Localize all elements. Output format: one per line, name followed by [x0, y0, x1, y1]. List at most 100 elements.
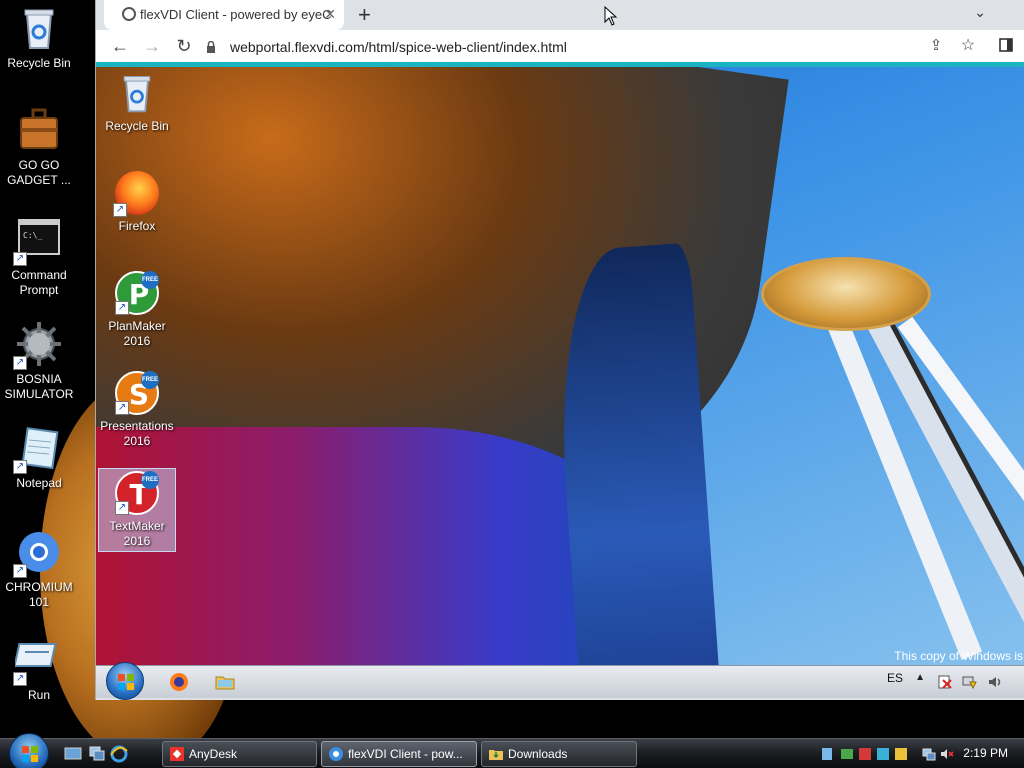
mouse-cursor-icon — [604, 6, 618, 26]
host-icon-bosnia-simulator[interactable]: ↗ BOSNIA SIMULATOR — [0, 320, 78, 402]
rd-icon-presentations[interactable]: S FREE ↗ Presentations 2016 — [98, 369, 176, 449]
rd-icon-label: PlanMaker 2016 — [108, 319, 166, 348]
reload-icon[interactable]: ↻ — [172, 34, 196, 58]
firefox-icon[interactable] — [168, 671, 190, 693]
network-warning-icon[interactable] — [961, 674, 977, 690]
internet-explorer-icon[interactable] — [110, 745, 128, 763]
browser-window: flexVDI Client - powered by eyeC ✕ + ⌄ ←… — [95, 0, 1024, 700]
switch-windows-icon[interactable] — [88, 745, 106, 763]
recycle-bin-icon — [115, 71, 159, 115]
free-badge: FREE — [141, 471, 159, 489]
notepad-icon: ↗ — [13, 424, 63, 474]
start-button[interactable] — [9, 733, 49, 768]
tray-app-icon[interactable] — [858, 747, 872, 761]
tab-title: flexVDI Client - powered by eyeC — [140, 7, 332, 22]
rd-icon-textmaker[interactable]: T FREE ↗ TextMaker 2016 — [98, 468, 176, 552]
action-center-flag-icon[interactable] — [937, 674, 953, 690]
host-icon-run[interactable]: ↗ Run — [0, 636, 78, 703]
taskbar-downloads[interactable]: Downloads — [481, 741, 637, 767]
host-icon-label: Run — [27, 688, 50, 702]
shortcut-arrow-icon: ↗ — [113, 203, 127, 217]
wallpaper-building-red — [96, 427, 636, 665]
textmaker-icon: T FREE ↗ — [115, 471, 159, 515]
browser-toolbar: ← → ↻ webportal.flexvdi.com/html/spice-w… — [96, 30, 1024, 64]
host-icon-chromium[interactable]: ↗ CHROMIUM 101 — [0, 528, 78, 610]
language-indicator[interactable]: ES — [887, 671, 903, 685]
briefcase-icon — [15, 106, 63, 154]
folder-icon[interactable] — [214, 671, 236, 693]
remote-desktop[interactable]: Recycle Bin ↗ Firefox P FREE ↗ PlanMaker… — [96, 67, 1024, 665]
chevron-down-icon[interactable]: ⌄ — [974, 4, 986, 21]
shortcut-arrow-icon: ↗ — [13, 672, 27, 686]
free-badge: FREE — [141, 271, 159, 289]
host-taskbar: AnyDesk flexVDI Client - pow... Download… — [0, 733, 1024, 768]
shortcut-arrow-icon: ↗ — [13, 356, 27, 370]
presentations-icon: S FREE ↗ — [115, 371, 159, 415]
taskbar-flexvdi-client[interactable]: flexVDI Client - pow... — [321, 741, 477, 767]
shortcut-arrow-icon: ↗ — [13, 564, 27, 578]
firefox-icon: ↗ — [113, 171, 159, 217]
new-tab-button[interactable]: + — [358, 2, 371, 28]
task-label: Downloads — [508, 747, 568, 761]
address-bar[interactable]: webportal.flexvdi.com/html/spice-web-cli… — [206, 34, 966, 60]
command-prompt-icon: C:\_ ↗ — [13, 216, 63, 266]
globe-icon — [122, 7, 136, 21]
shortcut-arrow-icon: ↗ — [115, 501, 129, 515]
rd-icon-label: Recycle Bin — [105, 119, 169, 133]
host-icon-recycle-bin[interactable]: Recycle Bin — [0, 4, 78, 71]
network-icon[interactable] — [922, 747, 936, 761]
rd-icon-label: TextMaker 2016 — [109, 519, 165, 548]
rd-icon-recycle-bin[interactable]: Recycle Bin — [98, 69, 176, 134]
remote-taskbar: ES ▲ — [96, 662, 1024, 700]
folder-icon — [489, 750, 503, 760]
shortcut-arrow-icon: ↗ — [115, 401, 129, 415]
share-icon[interactable]: ⇪ — [924, 34, 948, 58]
shortcut-arrow-icon: ↗ — [13, 252, 27, 266]
windows-watermark: This copy of Windows is — [894, 649, 1023, 663]
host-icon-label: Recycle Bin — [7, 56, 71, 70]
windows-logo-icon — [22, 746, 38, 762]
tab-strip: flexVDI Client - powered by eyeC ✕ + ⌄ — [96, 0, 1024, 30]
host-icon-go-go-gadget[interactable]: GO GO GADGET ... — [0, 106, 78, 188]
volume-icon[interactable] — [987, 674, 1003, 690]
tray-app-icon[interactable] — [820, 747, 834, 761]
rd-icon-planmaker[interactable]: P FREE ↗ PlanMaker 2016 — [98, 269, 176, 349]
host-icon-label: Notepad — [16, 476, 62, 490]
close-icon[interactable]: ✕ — [324, 6, 336, 23]
lock-icon — [207, 41, 215, 53]
tray-expand-icon[interactable]: ▲ — [915, 672, 925, 683]
free-badge: FREE — [141, 371, 159, 389]
shortcut-arrow-icon: ↗ — [115, 301, 129, 315]
space-needle-top — [761, 257, 931, 331]
host-icon-label: Command Prompt — [11, 268, 67, 297]
forward-arrow-icon[interactable]: → — [140, 34, 164, 58]
rd-icon-label: Presentations 2016 — [100, 419, 174, 448]
back-arrow-icon[interactable]: ← — [108, 34, 132, 58]
host-icon-command-prompt[interactable]: C:\_ ↗ Command Prompt — [0, 216, 78, 298]
rd-icon-firefox[interactable]: ↗ Firefox — [98, 169, 176, 234]
task-label: flexVDI Client - pow... — [348, 747, 463, 761]
tray-app-icon[interactable] — [840, 747, 854, 761]
side-panel-icon[interactable] — [994, 34, 1018, 58]
volume-muted-icon[interactable] — [940, 747, 954, 761]
planmaker-icon: P FREE ↗ — [115, 271, 159, 315]
tray-app-icon[interactable] — [894, 747, 908, 761]
chrome-icon — [329, 747, 343, 761]
clock[interactable]: 2:19 PM — [963, 746, 1008, 760]
remote-start-button[interactable] — [106, 662, 144, 700]
shortcut-arrow-icon: ↗ — [13, 460, 27, 474]
task-label: AnyDesk — [189, 747, 238, 761]
taskbar-anydesk[interactable]: AnyDesk — [162, 741, 317, 767]
show-desktop-icon[interactable] — [64, 745, 82, 763]
svg-text:C:\_: C:\_ — [23, 231, 42, 240]
tray-app-icon[interactable] — [876, 747, 890, 761]
url-text: webportal.flexvdi.com/html/spice-web-cli… — [230, 39, 567, 55]
tab-flexvdi-client[interactable]: flexVDI Client - powered by eyeC ✕ — [104, 0, 344, 30]
host-icon-notepad[interactable]: ↗ Notepad — [0, 424, 78, 491]
chromium-icon: ↗ — [13, 528, 63, 578]
run-icon: ↗ — [13, 636, 63, 686]
rd-icon-label: Firefox — [118, 219, 156, 233]
recycle-bin-icon — [15, 4, 63, 52]
star-icon[interactable]: ☆ — [956, 34, 980, 58]
windows-logo-icon — [118, 674, 134, 690]
